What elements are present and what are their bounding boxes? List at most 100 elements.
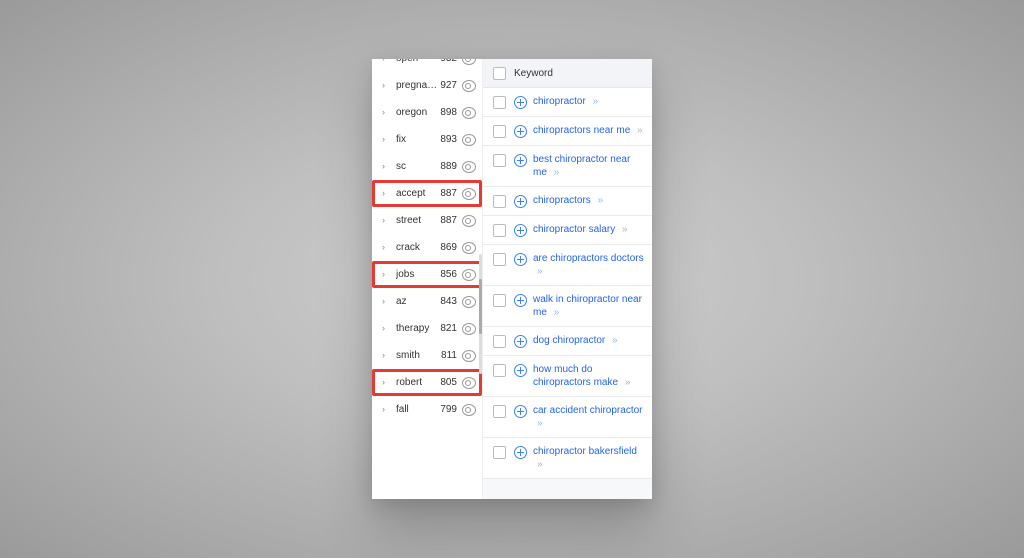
term-row[interactable]: ›fix893 xyxy=(372,126,482,153)
keyword-checkbox[interactable] xyxy=(493,335,506,348)
chevron-double-right-icon: » xyxy=(637,125,643,136)
eye-icon[interactable] xyxy=(462,242,476,254)
term-row[interactable]: ›robert805 xyxy=(372,369,482,396)
keyword-link[interactable]: chiropractor bakersfield » xyxy=(533,445,644,471)
add-icon[interactable] xyxy=(514,224,527,237)
keyword-row[interactable]: chiropractor bakersfield » xyxy=(483,438,652,479)
keyword-row[interactable]: car accident chiropractor » xyxy=(483,397,652,438)
term-row[interactable]: ›pregnancy927 xyxy=(372,72,482,99)
eye-icon[interactable] xyxy=(462,350,476,362)
term-count: 869 xyxy=(440,242,457,253)
term-row[interactable]: ›therapy821 xyxy=(372,315,482,342)
keyword-label: dog chiropractor xyxy=(533,335,605,346)
add-icon[interactable] xyxy=(514,294,527,307)
keyword-checkbox[interactable] xyxy=(493,364,506,377)
chevron-double-right-icon: » xyxy=(625,377,631,388)
add-icon[interactable] xyxy=(514,446,527,459)
chevron-double-right-icon: » xyxy=(554,167,560,178)
keyword-checkbox[interactable] xyxy=(493,195,506,208)
keyword-row[interactable]: are chiropractors doctors » xyxy=(483,245,652,286)
keyword-link[interactable]: dog chiropractor » xyxy=(533,334,644,347)
add-icon[interactable] xyxy=(514,405,527,418)
eye-icon[interactable] xyxy=(462,188,476,200)
term-row[interactable]: ›street887 xyxy=(372,207,482,234)
chevron-right-icon: › xyxy=(382,108,390,117)
term-row[interactable]: › sc889 xyxy=(372,153,482,180)
keyword-row[interactable]: chiropractor salary » xyxy=(483,216,652,245)
chevron-right-icon: › xyxy=(382,270,390,279)
keyword-checkbox[interactable] xyxy=(493,224,506,237)
eye-icon[interactable] xyxy=(462,80,476,92)
term-count: 811 xyxy=(441,350,457,361)
keyword-row[interactable]: dog chiropractor » xyxy=(483,327,652,356)
eye-icon[interactable] xyxy=(462,404,476,416)
eye-icon[interactable] xyxy=(462,134,476,146)
add-icon[interactable] xyxy=(514,364,527,377)
keyword-checkbox[interactable] xyxy=(493,154,506,167)
term-row[interactable]: ›jobs856 xyxy=(372,261,482,288)
scrollbar-thumb[interactable] xyxy=(479,279,482,334)
keyword-link[interactable]: how much do chiropractors make » xyxy=(533,363,644,389)
term-row[interactable]: ›fall799 xyxy=(372,396,482,423)
keyword-row[interactable]: how much do chiropractors make » xyxy=(483,356,652,397)
eye-icon[interactable] xyxy=(462,215,476,227)
eye-icon[interactable] xyxy=(462,269,476,281)
eye-icon[interactable] xyxy=(462,323,476,335)
term-label: sc xyxy=(396,161,440,172)
add-icon[interactable] xyxy=(514,335,527,348)
term-count: 889 xyxy=(440,161,457,172)
keyword-link[interactable]: chiropractors » xyxy=(533,194,644,207)
term-label: street xyxy=(396,215,440,226)
term-row[interactable]: ›open932 xyxy=(372,59,482,72)
term-row[interactable]: ›oregon898 xyxy=(372,99,482,126)
eye-icon[interactable] xyxy=(462,296,476,308)
term-row[interactable]: ›smith811 xyxy=(372,342,482,369)
keyword-label: best chiropractor near me xyxy=(533,154,630,178)
add-icon[interactable] xyxy=(514,96,527,109)
keyword-checkbox[interactable] xyxy=(493,405,506,418)
keyword-link[interactable]: chiropractor salary » xyxy=(533,223,644,236)
keyword-row[interactable]: walk in chiropractor near me » xyxy=(483,286,652,327)
term-count: 799 xyxy=(440,404,457,415)
term-count: 932 xyxy=(440,59,457,64)
add-icon[interactable] xyxy=(514,125,527,138)
term-row[interactable]: ›crack869 xyxy=(372,234,482,261)
chevron-right-icon: › xyxy=(382,162,390,171)
eye-icon[interactable] xyxy=(462,59,476,65)
keyword-link[interactable]: car accident chiropractor » xyxy=(533,404,644,430)
eye-icon[interactable] xyxy=(462,161,476,173)
term-label: az xyxy=(396,296,440,307)
term-row[interactable]: ›az843 xyxy=(372,288,482,315)
term-label: jobs xyxy=(396,269,440,280)
keyword-checkbox[interactable] xyxy=(493,446,506,459)
keyword-link[interactable]: are chiropractors doctors » xyxy=(533,252,644,278)
chevron-right-icon: › xyxy=(382,351,390,360)
keyword-link[interactable]: walk in chiropractor near me » xyxy=(533,293,644,319)
keyword-checkbox[interactable] xyxy=(493,96,506,109)
keyword-link[interactable]: best chiropractor near me » xyxy=(533,153,644,179)
keyword-row[interactable]: chiropractors » xyxy=(483,187,652,216)
term-row[interactable]: ›accept887 xyxy=(372,180,482,207)
eye-icon[interactable] xyxy=(462,107,476,119)
term-label: oregon xyxy=(396,107,440,118)
chevron-double-right-icon: » xyxy=(593,96,599,107)
chevron-right-icon: › xyxy=(382,189,390,198)
keyword-checkbox[interactable] xyxy=(493,125,506,138)
keyword-link[interactable]: chiropractor » xyxy=(533,95,644,108)
keyword-checkbox[interactable] xyxy=(493,253,506,266)
term-label: pregnancy xyxy=(396,80,440,91)
keyword-row[interactable]: best chiropractor near me » xyxy=(483,146,652,187)
chevron-double-right-icon: » xyxy=(537,459,543,470)
add-icon[interactable] xyxy=(514,195,527,208)
select-all-checkbox[interactable] xyxy=(493,67,506,80)
keyword-label: walk in chiropractor near me xyxy=(533,294,642,318)
keyword-checkbox[interactable] xyxy=(493,294,506,307)
eye-icon[interactable] xyxy=(462,377,476,389)
keyword-link[interactable]: chiropractors near me » xyxy=(533,124,644,137)
keyword-label: car accident chiropractor xyxy=(533,405,643,416)
keyword-label: chiropractors near me xyxy=(533,125,630,136)
keyword-row[interactable]: chiropractors near me » xyxy=(483,117,652,146)
keyword-row[interactable]: chiropractor » xyxy=(483,88,652,117)
add-icon[interactable] xyxy=(514,154,527,167)
add-icon[interactable] xyxy=(514,253,527,266)
